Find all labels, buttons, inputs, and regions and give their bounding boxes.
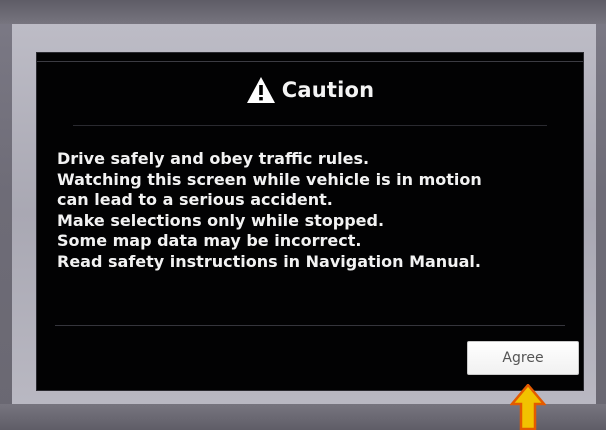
message-line: Drive safely and obey traffic rules. xyxy=(57,149,370,168)
caution-message: Drive safely and obey traffic rules. Wat… xyxy=(57,149,577,272)
head-unit-frame: Caution Drive safely and obey traffic ru… xyxy=(0,0,606,430)
message-line: Some map data may be incorrect. xyxy=(57,231,362,250)
top-divider xyxy=(37,61,583,62)
agree-button[interactable]: Agree xyxy=(467,341,579,375)
message-line: Watching this screen while vehicle is in… xyxy=(57,169,482,189)
message-line: can lead to a serious accident. xyxy=(57,190,333,209)
up-arrow-icon xyxy=(510,384,546,430)
dialog-title: Caution xyxy=(281,78,375,102)
warning-icon xyxy=(246,77,275,103)
dialog-title-row: Caution xyxy=(37,73,583,107)
caution-dialog: Caution Drive safely and obey traffic ru… xyxy=(36,52,584,391)
message-line: Make selections only while stopped. xyxy=(57,210,385,230)
bottom-divider xyxy=(55,325,565,326)
title-divider xyxy=(73,125,547,126)
bezel-top xyxy=(0,0,606,24)
message-line: Read safety instructions in Navigation M… xyxy=(57,251,481,271)
